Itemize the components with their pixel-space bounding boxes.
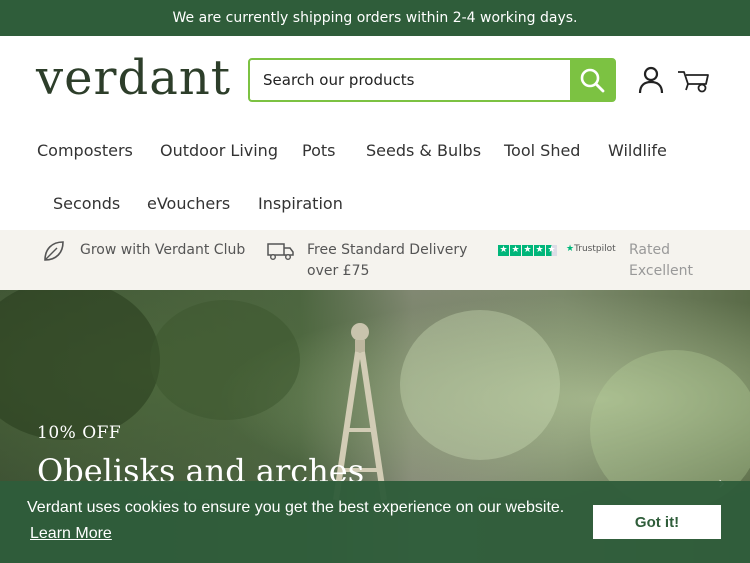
nav-item-pots[interactable]: Pots	[302, 141, 335, 160]
usp-delivery-line1[interactable]: Free Standard Delivery	[307, 242, 467, 258]
site-logo[interactable]: verdant	[36, 50, 231, 106]
trustpilot-star-icon: ★	[522, 245, 533, 256]
search-icon	[580, 68, 605, 93]
trustpilot-rating-line1: Rated	[629, 242, 670, 258]
trustpilot-logo[interactable]: ★Trustpilot	[566, 244, 616, 254]
nav-item-composters[interactable]: Composters	[37, 141, 133, 160]
main-navigation: Composters Outdoor Living Pots Seeds & B…	[0, 124, 750, 230]
trustpilot-star-icon: ★	[498, 245, 509, 256]
nav-item-inspiration[interactable]: Inspiration	[258, 194, 343, 213]
trustpilot-rating-line2: Excellent	[629, 263, 693, 279]
nav-item-seconds[interactable]: Seconds	[53, 194, 120, 213]
hero-foliage-shape	[0, 290, 160, 440]
nav-item-evouchers[interactable]: eVouchers	[147, 194, 230, 213]
usp-club-label[interactable]: Grow with Verdant Club	[80, 242, 245, 258]
hero-offer: 10% OFF	[37, 423, 122, 443]
cookie-accept-button[interactable]: Got it!	[593, 505, 721, 539]
hero-foliage-shape	[150, 300, 300, 420]
trustpilot-rating: Rated Excellent	[629, 240, 693, 282]
nav-item-tool-shed[interactable]: Tool Shed	[504, 141, 580, 160]
nav-item-wildlife[interactable]: Wildlife	[608, 141, 667, 160]
delivery-truck-icon	[267, 243, 294, 260]
trustpilot-stars: ★ ★ ★ ★ ★	[498, 245, 557, 256]
trustpilot-star-icon: ★	[534, 245, 545, 256]
announcement-text: We are currently shipping orders within …	[172, 10, 578, 26]
user-icon[interactable]	[638, 66, 664, 94]
usp-delivery-line2[interactable]: over £75	[307, 263, 369, 279]
search-button[interactable]	[570, 60, 614, 100]
cookie-banner: Verdant uses cookies to ensure you get t…	[0, 481, 750, 563]
leaf-icon	[44, 241, 64, 261]
nav-item-outdoor-living[interactable]: Outdoor Living	[160, 141, 278, 160]
site-header: verdant	[0, 36, 750, 124]
nav-item-seeds-bulbs[interactable]: Seeds & Bulbs	[366, 141, 481, 160]
cookie-learn-more-link[interactable]: Learn More	[30, 525, 112, 543]
trustpilot-star-icon: ★	[510, 245, 521, 256]
cookie-message: Verdant uses cookies to ensure you get t…	[27, 499, 565, 516]
trustpilot-half-star-icon: ★	[546, 245, 557, 256]
search-input[interactable]	[250, 60, 570, 100]
announcement-bar: We are currently shipping orders within …	[0, 0, 750, 36]
hero-foliage-shape	[400, 310, 560, 460]
search-bar	[248, 58, 616, 102]
wheelbarrow-cart-icon[interactable]	[676, 68, 710, 94]
